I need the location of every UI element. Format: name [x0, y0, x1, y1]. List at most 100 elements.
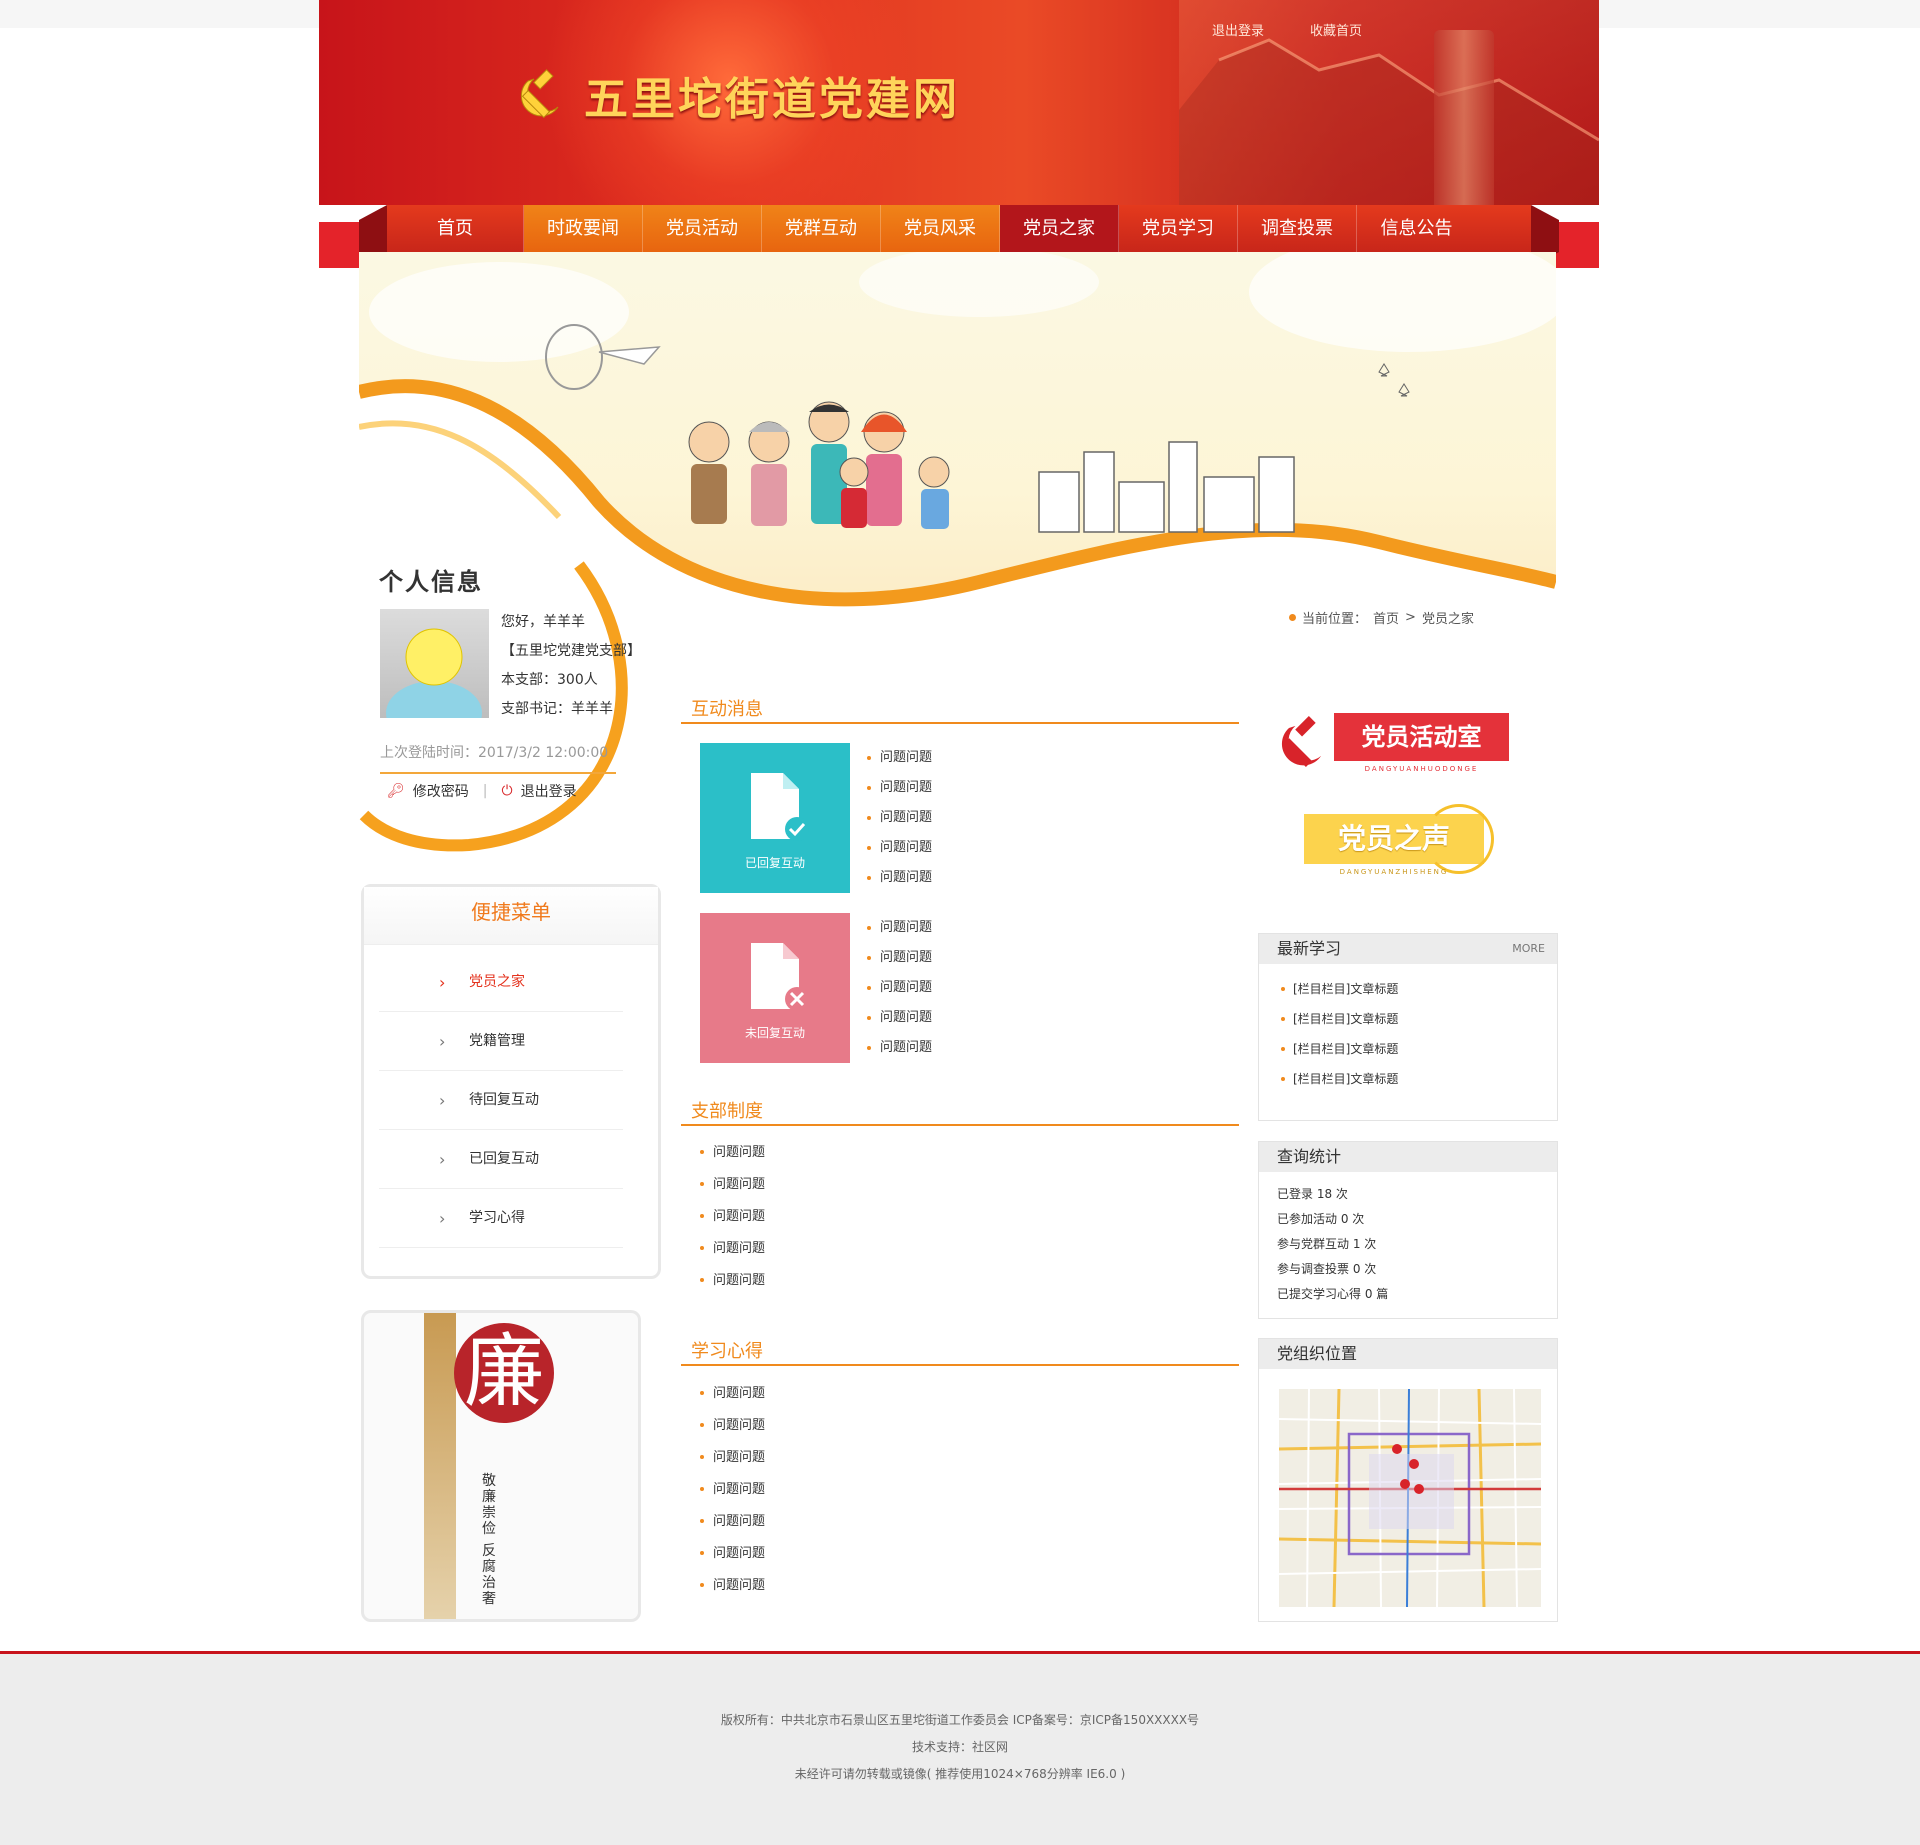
key-icon: 🔑︎	[387, 783, 405, 799]
profile-details: 您好，羊羊羊 【五里坨党建党支部】 本支部：300人 支部书记：羊羊羊	[501, 608, 641, 724]
list-item[interactable]: 问题问题	[700, 1169, 765, 1201]
member-voice-title: 党员之声	[1337, 822, 1450, 855]
location-title: 党组织位置	[1259, 1339, 1557, 1369]
member-voice-link[interactable]: 党员之声 DANGYUANZHISHENG	[1274, 800, 1519, 880]
quick-item-notes[interactable]: › 学习心得	[379, 1189, 623, 1248]
site-logo[interactable]: 五里坨街道党建网	[514, 62, 960, 128]
section-title-interactive: 互动消息	[691, 699, 763, 720]
activity-room-pinyin: DANGYUANHUODONGE	[1364, 765, 1479, 773]
list-item[interactable]: 问题问题	[700, 1538, 765, 1570]
footer-support: 技术支持：社区网	[911, 1740, 1008, 1754]
location-box: 党组织位置	[1258, 1338, 1558, 1622]
replied-tile[interactable]: 已回复互动	[700, 743, 850, 893]
footer: 版权所有：中共北京市石景山区五里坨街道工作委员会 ICP备案号：京ICP备150…	[0, 1654, 1920, 1845]
list-item[interactable]: [栏目栏目]文章标题	[1281, 1034, 1557, 1064]
activity-room-link[interactable]: 党员活动室 DANGYUANHUODONGE	[1274, 705, 1519, 785]
list-item[interactable]: [栏目栏目]文章标题	[1281, 974, 1557, 1004]
nav-item-interaction[interactable]: 党群互动	[762, 205, 881, 252]
nav-item-study[interactable]: 党员学习	[1119, 205, 1238, 252]
profile-actions: 🔑︎ 修改密码 | ⏻ 退出登录	[387, 781, 577, 801]
profile-divider	[380, 772, 616, 774]
document-check-icon	[751, 773, 809, 841]
unreplied-tile[interactable]: 未回复互动	[700, 913, 850, 1063]
list-item[interactable]: 问题问题	[867, 773, 932, 803]
breadcrumb-home[interactable]: 首页	[1373, 608, 1399, 627]
quick-item-replied[interactable]: › 已回复互动	[379, 1130, 623, 1189]
list-item[interactable]: 问题问题	[700, 1570, 765, 1602]
list-item[interactable]: [栏目栏目]文章标题	[1281, 1064, 1557, 1094]
replied-tile-label: 已回复互动	[744, 856, 805, 870]
more-link[interactable]: MORE	[1512, 934, 1545, 964]
stat-item: 参与调查投票 0 次	[1277, 1262, 1377, 1276]
list-item[interactable]: [栏目栏目]文章标题	[1281, 1004, 1557, 1034]
quick-item-pending[interactable]: › 待回复互动	[379, 1071, 623, 1130]
stats-list: 已登录 18 次 已参加活动 0 次 参与党群互动 1 次 参与调查投票 0 次…	[1259, 1172, 1557, 1307]
profile-greeting: 您好，羊羊羊	[501, 614, 585, 630]
nav-item-activities[interactable]: 党员活动	[643, 205, 762, 252]
hammer-sickle-icon	[1281, 716, 1322, 768]
nav-item-style[interactable]: 党员风采	[881, 205, 1000, 252]
last-login-time: 上次登陆时间：2017/3/2 12:00:00	[380, 745, 609, 761]
chevron-right-icon: ›	[439, 1091, 446, 1110]
list-item[interactable]: 问题问题	[700, 1442, 765, 1474]
list-item[interactable]: 问题问题	[867, 833, 932, 863]
nav-item-member-home[interactable]: 党员之家	[1000, 205, 1119, 252]
integrity-banner[interactable]: 廉 敬廉崇俭 反腐治奢	[361, 1310, 641, 1622]
quick-item-label: 党员之家	[469, 974, 525, 990]
location-map[interactable]	[1279, 1389, 1541, 1607]
site-title: 五里坨街道党建网	[584, 74, 960, 125]
stat-item: 已参加活动 0 次	[1277, 1212, 1365, 1226]
quick-item-label: 党籍管理	[469, 1033, 525, 1049]
latest-study-title: 最新学习 MORE	[1259, 934, 1557, 964]
quick-item-member-home[interactable]: › 党员之家	[379, 953, 623, 1012]
nav-item-notice[interactable]: 信息公告	[1357, 205, 1476, 252]
document-x-icon	[751, 943, 809, 1011]
nav-item-home[interactable]: 首页	[387, 205, 524, 252]
breadcrumb: 当前位置： 首页 > 党员之家	[1289, 608, 1474, 627]
profile-members: 本支部：300人	[501, 672, 598, 688]
logout-link-profile[interactable]: 退出登录	[521, 781, 577, 801]
profile-secretary: 支部书记：羊羊羊	[501, 701, 613, 717]
stat-item: 参与党群互动 1 次	[1277, 1237, 1377, 1251]
list-item[interactable]: 问题问题	[700, 1410, 765, 1442]
list-item[interactable]: 问题问题	[867, 943, 932, 973]
list-item[interactable]: 问题问题	[867, 803, 932, 833]
breadcrumb-current: 党员之家	[1421, 612, 1474, 627]
nav-item-survey[interactable]: 调查投票	[1238, 205, 1357, 252]
latest-study-list: [栏目栏目]文章标题 [栏目栏目]文章标题 [栏目栏目]文章标题 [栏目栏目]文…	[1259, 964, 1557, 1094]
member-voice-pinyin: DANGYUANZHISHENG	[1339, 868, 1449, 876]
quick-menu-title: 便捷菜单	[364, 887, 658, 945]
quick-item-membership[interactable]: › 党籍管理	[379, 1012, 623, 1071]
list-item[interactable]: 问题问题	[867, 913, 932, 943]
section-title-notes: 学习心得	[691, 1341, 763, 1362]
section-title-rules: 支部制度	[691, 1101, 763, 1122]
header-banner: 退出登录 收藏首页 五里坨街道党建网	[319, 0, 1599, 205]
list-item[interactable]: 问题问题	[700, 1474, 765, 1506]
hammer-sickle-icon	[514, 67, 570, 123]
list-item[interactable]: 问题问题	[700, 1233, 765, 1265]
list-item[interactable]: 问题问题	[867, 973, 932, 1003]
main-nav: 首页 时政要闻 党员活动 党群互动 党员风采 党员之家 党员学习 调查投票 信息…	[387, 205, 1531, 252]
bookmark-link[interactable]: 收藏首页	[1310, 20, 1362, 39]
list-item[interactable]: 问题问题	[867, 1033, 932, 1063]
stat-item: 已提交学习心得 0 篇	[1277, 1287, 1389, 1301]
list-item[interactable]: 问题问题	[867, 743, 932, 773]
quick-item-label: 待回复互动	[469, 1092, 539, 1108]
chevron-right-icon: ›	[439, 1150, 446, 1169]
replied-list: 问题问题 问题问题 问题问题 问题问题 问题问题	[867, 743, 932, 893]
logout-link[interactable]: 退出登录	[1212, 20, 1264, 39]
list-item[interactable]: 问题问题	[700, 1201, 765, 1233]
profile-branch: 【五里坨党建党支部】	[501, 643, 641, 659]
list-item[interactable]: 问题问题	[867, 863, 932, 893]
breadcrumb-separator: >	[1405, 610, 1416, 625]
footer-copyright: 版权所有：中共北京市石景山区五里坨街道工作委员会 ICP备案号：京ICP备150…	[720, 1713, 1200, 1727]
list-item[interactable]: 问题问题	[700, 1378, 765, 1410]
list-item[interactable]: 问题问题	[700, 1137, 765, 1169]
latest-study-box: 最新学习 MORE [栏目栏目]文章标题 [栏目栏目]文章标题 [栏目栏目]文章…	[1258, 933, 1558, 1121]
lian-line1: 敬廉崇俭	[482, 1473, 496, 1537]
change-password-link[interactable]: 修改密码	[413, 781, 469, 801]
list-item[interactable]: 问题问题	[700, 1506, 765, 1538]
nav-item-news[interactable]: 时政要闻	[524, 205, 643, 252]
list-item[interactable]: 问题问题	[867, 1003, 932, 1033]
list-item[interactable]: 问题问题	[700, 1265, 765, 1297]
